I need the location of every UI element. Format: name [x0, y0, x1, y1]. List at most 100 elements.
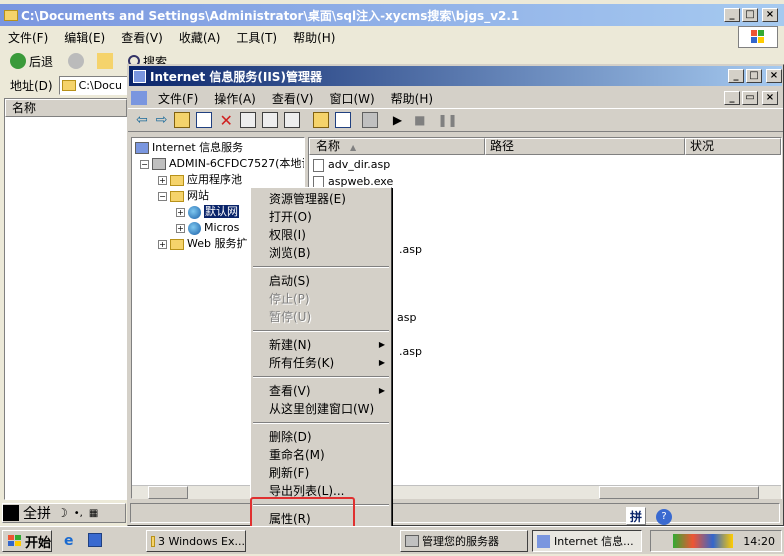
- ie-icon[interactable]: e: [64, 533, 74, 549]
- tray-icons[interactable]: [673, 534, 734, 548]
- tree-app-pools-label: 应用程序池: [187, 173, 242, 186]
- menu-favorites[interactable]: 收藏(A): [171, 29, 229, 46]
- tree-websites[interactable]: − 网站: [158, 188, 209, 204]
- list-item[interactable]: asp: [397, 310, 416, 326]
- menu-edit[interactable]: 编辑(E): [56, 29, 113, 46]
- address-input[interactable]: C:\Docu: [58, 75, 130, 95]
- play-icon[interactable]: ▶: [393, 113, 402, 127]
- show-desktop-icon[interactable]: [88, 533, 102, 547]
- punctuation-icon[interactable]: •,: [74, 508, 83, 519]
- show-tree-icon[interactable]: [196, 112, 213, 128]
- back-icon[interactable]: ⇦: [136, 112, 148, 128]
- context-menu-item[interactable]: 新建(N) ▶: [251, 336, 391, 354]
- action-pane-icon[interactable]: [334, 112, 351, 128]
- context-menu-item[interactable]: 浏览(B): [251, 244, 391, 262]
- tree-web-ext[interactable]: + Web 服务扩: [158, 236, 247, 252]
- moon-icon[interactable]: ☽: [57, 506, 68, 520]
- tree-root[interactable]: Internet 信息服务: [135, 140, 243, 156]
- folder-icon: [4, 9, 18, 21]
- server-icon: [405, 535, 419, 547]
- context-menu-item[interactable]: 从这里创建窗口(W): [251, 400, 391, 418]
- address-label: 地址(D): [10, 78, 53, 93]
- expand-icon[interactable]: +: [158, 175, 167, 185]
- help-icon[interactable]: [312, 112, 329, 128]
- iis-titlebar[interactable]: Internet 信息服务(IIS)管理器: [129, 66, 782, 86]
- column-name[interactable]: 名称 ▲: [309, 138, 485, 155]
- iis-menu-action[interactable]: 操作(A): [206, 90, 264, 107]
- back-button-label[interactable]: 后退: [29, 53, 53, 70]
- menu-separator: [253, 376, 389, 378]
- tree-server[interactable]: − ADMIN-6CFDC7527(本地计: [140, 156, 304, 172]
- computer-icon[interactable]: [361, 112, 378, 128]
- explorer-minimize-button[interactable]: _: [724, 8, 740, 22]
- list-item[interactable]: adv_dir.asp: [313, 157, 390, 173]
- menu-help[interactable]: 帮助(H): [285, 29, 343, 46]
- tree-default-site[interactable]: + 默认网: [176, 204, 239, 220]
- explorer-titlebar[interactable]: C:\Documents and Settings\Administrator\…: [0, 4, 784, 26]
- expand-icon[interactable]: +: [176, 223, 185, 233]
- taskbar-item-server-manager[interactable]: 管理您的服务器: [400, 530, 528, 552]
- list-item[interactable]: .asp: [399, 344, 422, 360]
- iis-menu-file[interactable]: 文件(F): [150, 90, 206, 107]
- mdi-close-button[interactable]: ×: [762, 91, 778, 105]
- iis-menu-view[interactable]: 查看(V): [264, 90, 322, 107]
- tree-app-pools[interactable]: + 应用程序池: [158, 172, 242, 188]
- export-list-icon[interactable]: [283, 112, 300, 128]
- tree-micros[interactable]: + Micros: [176, 220, 239, 236]
- ime-logo-icon[interactable]: [3, 505, 19, 521]
- list-item[interactable]: .asp: [399, 242, 422, 258]
- collapse-icon[interactable]: −: [158, 191, 167, 201]
- stop-icon[interactable]: ■: [414, 113, 425, 127]
- context-menu-item[interactable]: 删除(D): [251, 428, 391, 446]
- iis-minimize-button[interactable]: _: [728, 69, 744, 83]
- explorer-maximize-button[interactable]: □: [742, 8, 758, 22]
- pause-icon[interactable]: ❚❚: [437, 113, 457, 127]
- context-menu-item[interactable]: 刷新(F): [251, 464, 391, 482]
- explorer-close-button[interactable]: ×: [762, 8, 778, 22]
- keyboard-icon[interactable]: ▦: [89, 508, 98, 519]
- ime-tray-button[interactable]: 拼: [626, 507, 646, 525]
- context-menu-item[interactable]: 资源管理器(E): [251, 190, 391, 208]
- refresh-icon[interactable]: [261, 112, 278, 128]
- forward-arrow-icon[interactable]: [68, 53, 85, 69]
- iis-menu-window[interactable]: 窗口(W): [321, 90, 382, 107]
- back-arrow-icon[interactable]: [10, 53, 26, 69]
- iis-maximize-button[interactable]: □: [746, 69, 762, 83]
- context-menu-item[interactable]: 启动(S): [251, 272, 391, 290]
- explorer-file-list[interactable]: 名称: [4, 98, 128, 500]
- context-menu-item[interactable]: 权限(I): [251, 226, 391, 244]
- menu-tools[interactable]: 工具(T): [228, 29, 285, 46]
- up-folder-icon[interactable]: [97, 53, 114, 69]
- iis-menu-help[interactable]: 帮助(H): [383, 90, 441, 107]
- mdi-restore-button[interactable]: ▭: [742, 91, 758, 105]
- scroll-thumb[interactable]: [148, 486, 188, 499]
- menu-view[interactable]: 查看(V): [113, 29, 171, 46]
- taskbar-item-explorer[interactable]: 3 Windows Ex...: [146, 530, 246, 552]
- start-button[interactable]: 开始: [2, 530, 52, 552]
- tree-micros-label: Micros: [204, 221, 240, 234]
- clock[interactable]: 14:20: [743, 535, 775, 548]
- collapse-icon[interactable]: −: [140, 159, 149, 169]
- context-menu-item[interactable]: 所有任务(K) ▶: [251, 354, 391, 372]
- menu-file[interactable]: 文件(F): [0, 29, 56, 46]
- name-column-header[interactable]: 名称: [5, 99, 127, 117]
- context-menu-item[interactable]: 查看(V) ▶: [251, 382, 391, 400]
- context-menu-item[interactable]: 重命名(M): [251, 446, 391, 464]
- help-circle-icon[interactable]: ?: [656, 509, 672, 525]
- column-path[interactable]: 路径: [485, 138, 685, 155]
- iis-toolbar: ⇦ ⇨ ✕ ▶ ■ ❚❚: [128, 108, 783, 132]
- expand-icon[interactable]: +: [176, 207, 185, 217]
- iis-close-button[interactable]: ×: [766, 69, 782, 83]
- forward-icon[interactable]: ⇨: [156, 112, 168, 128]
- column-status[interactable]: 状况: [685, 138, 781, 155]
- expand-icon[interactable]: +: [158, 239, 167, 249]
- delete-icon[interactable]: ✕: [219, 111, 232, 130]
- taskbar-item-iis[interactable]: Internet 信息...: [532, 530, 642, 552]
- scroll-thumb[interactable]: [599, 486, 759, 499]
- ime-label[interactable]: 全拼: [23, 503, 51, 523]
- website-globe-icon: [188, 205, 201, 219]
- context-menu-item[interactable]: 打开(O): [251, 208, 391, 226]
- mdi-minimize-button[interactable]: _: [724, 91, 740, 105]
- properties-icon[interactable]: [239, 112, 256, 128]
- up-level-icon[interactable]: [174, 112, 191, 128]
